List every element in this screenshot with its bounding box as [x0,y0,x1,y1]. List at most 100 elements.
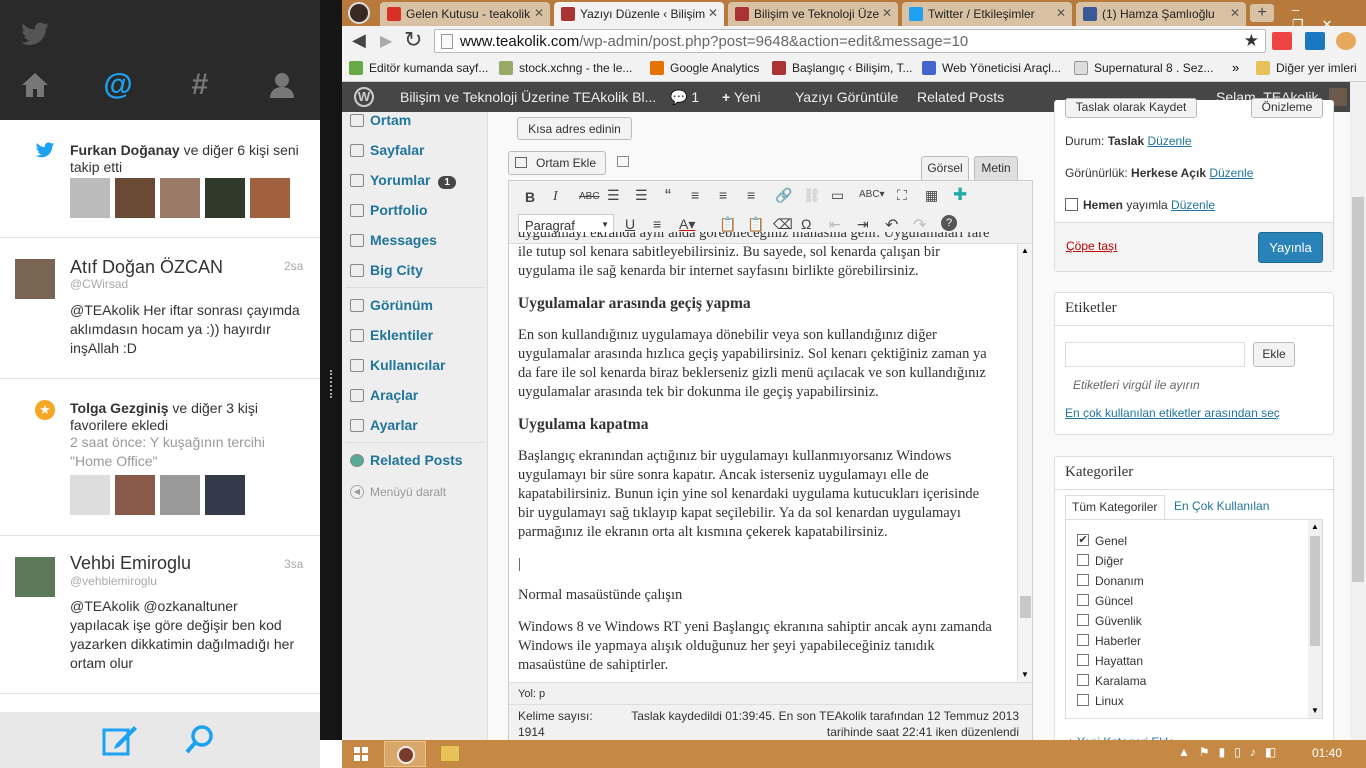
editor-scrollbar[interactable]: ▲ ▼ [1017,244,1032,682]
star-icon[interactable]: ★ [1244,31,1259,51]
checkbox[interactable] [1077,594,1089,606]
tab-blog[interactable]: Bilişim ve Teknoloji Üze ✕ [728,2,898,26]
avatar[interactable] [205,475,245,515]
category-item[interactable]: ✔ Genel [1077,534,1127,548]
form-icon[interactable] [617,156,629,167]
menu-messages[interactable]: Messages [350,232,437,248]
windows-logo-icon[interactable] [354,747,368,761]
italic-button[interactable]: I [553,189,558,205]
preview-button[interactable]: Önizleme [1251,98,1323,118]
tab-text[interactable]: Metin [974,156,1018,181]
menu-portfolio[interactable]: Portfolio [350,202,428,218]
bold-button[interactable]: B [525,189,535,205]
collapse-menu[interactable]: ◀ Menüyü daralt [350,485,446,499]
notification-follow[interactable]: Furkan Doğanay ve diğer 6 kişi seni taki… [0,120,320,238]
menu-bigcity[interactable]: Big City [350,262,423,278]
category-item[interactable]: Karalama [1077,674,1146,688]
explorer-icon[interactable] [440,745,460,762]
notification-subtext[interactable]: 2 saat önce: Y kuşağının tercihi "Home O… [70,433,310,471]
text-color-button[interactable]: A▾ [679,216,695,233]
category-item[interactable]: Güvenlik [1077,614,1142,628]
checkbox-checked[interactable]: ✔ [1077,534,1089,546]
notification-user[interactable]: Tolga Gezginiş [70,400,169,416]
clear-format-button[interactable]: ⌫ [773,216,793,233]
chrome-taskbar-button[interactable] [384,741,426,767]
close-icon[interactable]: ✕ [1230,6,1240,20]
drag-handle[interactable] [330,370,332,398]
plugin-icon[interactable]: ✚ [953,185,967,205]
overflow-icon[interactable]: » [1232,60,1239,75]
view-post-link[interactable]: Yazıyı Görüntüle [795,89,898,105]
outdent-button[interactable]: ⇤ [829,216,841,233]
checkbox[interactable] [1077,574,1089,586]
menu-pages[interactable]: Sayfalar [350,142,424,158]
fullscreen-button[interactable]: ⛶ [897,187,907,204]
extension-icon[interactable] [1305,32,1325,50]
add-tag-button[interactable]: Ekle [1253,342,1295,367]
quote-button[interactable]: “ [665,186,671,207]
category-item[interactable]: Hayattan [1077,654,1143,668]
align-center-button[interactable]: ≡ [719,187,727,203]
category-item[interactable]: Haberler [1077,634,1141,648]
tab-most-used-categories[interactable]: En Çok Kullanılan [1174,499,1269,513]
close-icon[interactable]: ✕ [708,6,718,20]
tab-edit-post[interactable]: Yazıyı Düzenle ‹ Bilişim ✕ [554,2,724,26]
discover-tab[interactable]: # [180,68,220,102]
checkbox[interactable] [1077,694,1089,706]
underline-button[interactable]: U [625,216,635,232]
tab-gmail[interactable]: Gelen Kutusu - teakolik ✕ [380,2,550,26]
tweet-handle[interactable]: @CWirsad [70,277,128,291]
related-posts-link[interactable]: Related Posts [917,89,1004,105]
back-icon[interactable]: ◀ [352,30,366,51]
avatar[interactable] [160,178,200,218]
tray-icons[interactable]: ▲⚑▮▯♪◧ [1178,745,1285,759]
align-right-button[interactable]: ≡ [747,187,755,203]
indent-button[interactable]: ⇥ [857,216,869,233]
save-draft-button[interactable]: Taslak olarak Kaydet [1065,98,1197,118]
unlink-button[interactable]: ⛓ [803,187,821,204]
avatar[interactable] [160,475,200,515]
more-tag-button[interactable]: ▭ [831,187,844,204]
compose-icon[interactable] [102,724,138,756]
numbered-list-button[interactable]: ☰ [635,187,648,204]
menu-tools[interactable]: Araçlar [350,387,418,403]
menu-settings[interactable]: Ayarlar [350,417,418,433]
category-item[interactable]: Diğer [1077,554,1124,568]
checkbox[interactable] [1077,654,1089,666]
bookmark-item[interactable]: Supernatural 8 . Sez... [1074,61,1213,75]
bullet-list-button[interactable]: ☰ [607,187,620,204]
menu-appearance[interactable]: Görünüm [350,297,433,313]
menu-comments[interactable]: Yorumlar 1 [350,172,456,189]
notification-user[interactable]: Furkan Doğanay [70,142,180,158]
avatar[interactable] [115,475,155,515]
bookmark-item[interactable]: Web Yöneticisi Araçl... [922,61,1061,75]
address-bar[interactable]: www.teakolik.com/wp-admin/post.php?post=… [434,29,1266,53]
profile-icon[interactable] [348,2,370,24]
strikethrough-button[interactable]: ABC [579,191,600,202]
notification-favorite[interactable]: ★ Tolga Gezginiş ve diğer 3 kişi favoril… [0,380,320,536]
clock[interactable]: 01:40 [1312,746,1342,760]
scrollbar-thumb[interactable] [1310,536,1320,646]
close-icon[interactable]: ✕ [534,6,544,20]
add-media-button[interactable]: Ortam Ekle [508,151,606,175]
tweet-author[interactable]: Atıf Doğan ÖZCAN [70,257,223,278]
interactions-tab[interactable]: @ [98,68,138,102]
reload-icon[interactable]: ↻ [404,27,422,53]
edit-visibility-link[interactable]: Düzenle [1209,166,1253,180]
move-to-trash-link[interactable]: Çöpe taşı [1066,239,1117,253]
avatar[interactable] [15,259,55,299]
checkbox[interactable] [1077,614,1089,626]
wordpress-icon[interactable]: W [354,87,374,107]
checkbox[interactable] [1077,674,1089,686]
edit-status-link[interactable]: Düzenle [1148,134,1192,148]
edit-schedule-link[interactable]: Düzenle [1171,198,1215,212]
avatar[interactable] [205,178,245,218]
tweet[interactable]: Atıf Doğan ÖZCAN 2sa @CWirsad @TEAkolik … [0,239,320,379]
bookmark-item[interactable]: Başlangıç ‹ Bilişim, T... [772,61,912,75]
tab-facebook[interactable]: (1) Hamza Şamlıoğlu ✕ [1076,2,1246,26]
get-shortlink-button[interactable]: Kısa adres edinin [517,117,632,140]
checkbox[interactable] [1077,554,1089,566]
extension-icon[interactable] [1272,32,1292,50]
avatar[interactable] [115,178,155,218]
forward-icon[interactable]: ▶ [380,31,392,51]
